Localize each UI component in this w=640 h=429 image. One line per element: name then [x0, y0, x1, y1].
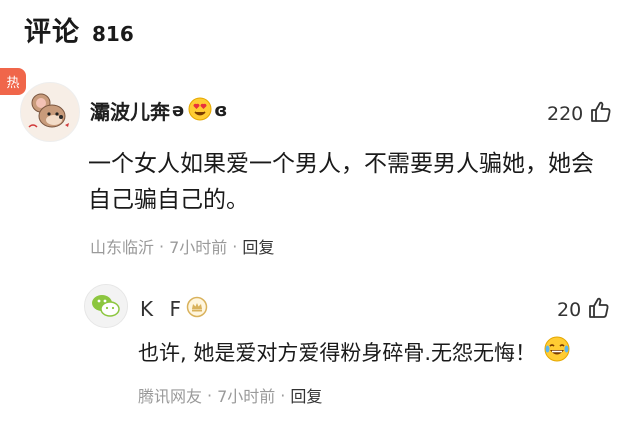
reply-author-row: K F	[140, 296, 208, 322]
comment-text: 一个女人如果爱一个男人，不需要男人骗她，她会自己骗自己的。	[88, 151, 594, 213]
meta-separator: ·	[159, 236, 165, 256]
reply-time: 7小时前	[217, 387, 276, 406]
reply-username[interactable]: K F	[140, 297, 186, 321]
thumbs-up-icon[interactable]	[589, 100, 613, 128]
laughing-tears-emoji-icon	[544, 336, 570, 367]
comments-title: 评论	[24, 17, 80, 48]
comment-username[interactable]: 灞波儿奔	[90, 96, 170, 125]
thumbs-up-icon[interactable]	[587, 296, 611, 324]
name-suffix-left: ə	[172, 100, 185, 121]
like-button[interactable]: 220	[547, 100, 613, 128]
reply-button[interactable]: 回复	[242, 234, 274, 258]
comment-meta: 山东临沂 · 7小时前 · 回复	[90, 234, 274, 258]
reply-text: 也许, 她是爱对方爱得粉身碎骨.无怨无悔！	[138, 340, 537, 365]
meta-separator: ·	[280, 385, 286, 405]
heart-eyes-emoji-icon	[188, 97, 212, 125]
meta-separator: ·	[207, 385, 213, 405]
reply-reply-button[interactable]: 回复	[290, 383, 322, 407]
reply-like-count: 20	[557, 299, 582, 321]
reply-meta: 腾讯网友 · 7小时前 · 回复	[138, 383, 322, 407]
reply-location: 腾讯网友	[138, 387, 203, 406]
like-count: 220	[547, 103, 584, 125]
reply-text-row: 也许, 她是爱对方爱得粉身碎骨.无怨无悔！	[138, 336, 618, 367]
comment-author-row: 灞波儿奔 ə ɞ	[90, 96, 227, 125]
comments-count: 816	[92, 22, 134, 46]
hot-badge: 热	[0, 68, 26, 95]
reply-like-button[interactable]: 20	[557, 296, 611, 324]
meta-separator: ·	[232, 236, 238, 256]
vip-badge-icon	[186, 296, 208, 322]
name-suffix-right: ɞ	[214, 100, 228, 121]
comment-time: 7小时前	[169, 238, 228, 257]
jerry-mouse-avatar-icon[interactable]	[20, 82, 80, 142]
comments-header: 评论 816	[24, 10, 134, 50]
wechat-avatar-icon[interactable]	[84, 284, 128, 328]
comment-location: 山东临沂	[90, 238, 155, 257]
